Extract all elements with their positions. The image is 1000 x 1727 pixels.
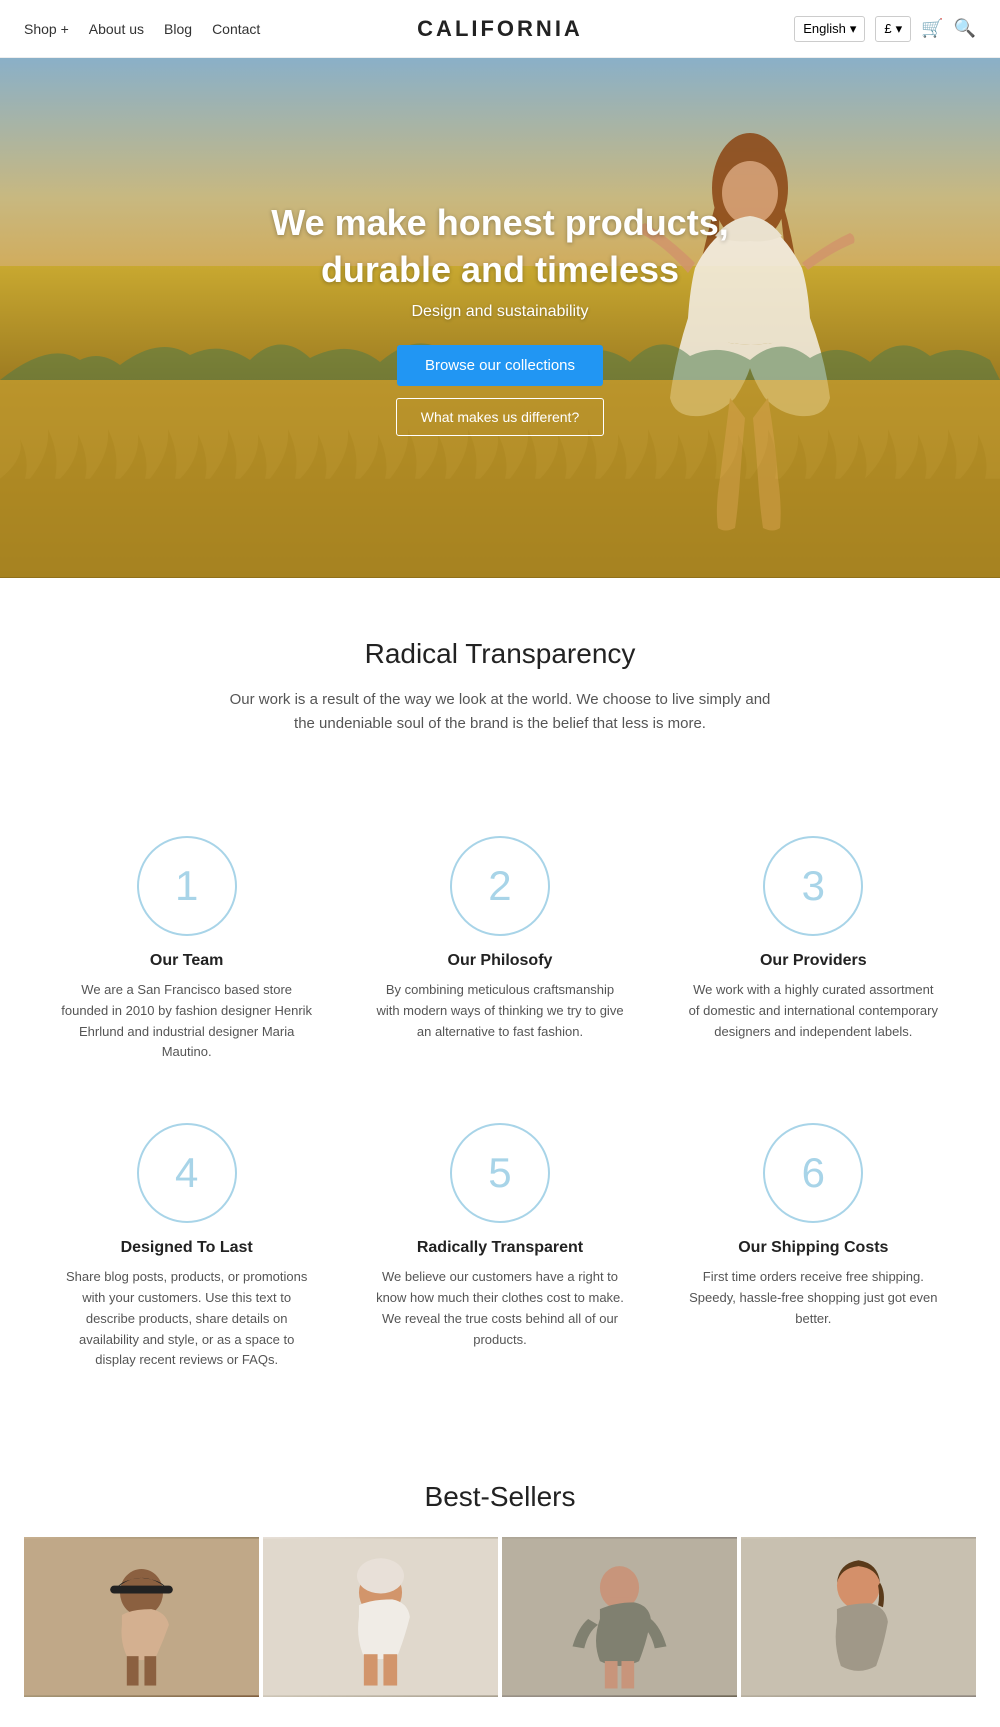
feature-desc-3: We work with a highly curated assortment… bbox=[687, 980, 940, 1042]
hero-title: We make honest products,durable and time… bbox=[271, 200, 728, 294]
hero-section: We make honest products,durable and time… bbox=[0, 58, 1000, 578]
nav-about[interactable]: About us bbox=[89, 21, 144, 37]
cart-icon[interactable]: 🛒 bbox=[921, 18, 943, 39]
feature-title-6: Our Shipping Costs bbox=[687, 1239, 940, 1257]
feature-circle-3: 3 bbox=[763, 836, 863, 936]
feature-desc-2: By combining meticulous craftsmanship wi… bbox=[373, 980, 626, 1042]
best-sellers-section: Best-Sellers bbox=[0, 1431, 1000, 1727]
feature-title-1: Our Team bbox=[60, 952, 313, 970]
features-grid: 1 Our Team We are a San Francisco based … bbox=[10, 816, 990, 1411]
best-sellers-title: Best-Sellers bbox=[24, 1481, 976, 1513]
feature-circle-4: 4 bbox=[137, 1123, 237, 1223]
feature-item-6: 6 Our Shipping Costs First time orders r… bbox=[657, 1103, 970, 1411]
product-card-3[interactable] bbox=[502, 1537, 737, 1697]
feature-desc-5: We believe our customers have a right to… bbox=[373, 1267, 626, 1350]
nav-blog[interactable]: Blog bbox=[164, 21, 192, 37]
products-grid bbox=[24, 1537, 976, 1697]
product-card-2[interactable] bbox=[263, 1537, 498, 1697]
transparency-title: Radical Transparency bbox=[74, 638, 926, 670]
feature-title-2: Our Philosofy bbox=[373, 952, 626, 970]
nav-links: Shop + About us Blog Contact bbox=[24, 21, 260, 37]
feature-circle-2: 2 bbox=[450, 836, 550, 936]
feature-item-2: 2 Our Philosofy By combining meticulous … bbox=[343, 816, 656, 1103]
feature-title-3: Our Providers bbox=[687, 952, 940, 970]
feature-circle-1: 1 bbox=[137, 836, 237, 936]
currency-selector[interactable]: £ ▾ bbox=[875, 16, 911, 42]
feature-item-3: 3 Our Providers We work with a highly cu… bbox=[657, 816, 970, 1103]
feature-number-1: 1 bbox=[175, 862, 198, 910]
feature-number-6: 6 bbox=[802, 1149, 825, 1197]
navbar: Shop + About us Blog Contact CALIFORNIA … bbox=[0, 0, 1000, 58]
nav-shop[interactable]: Shop + bbox=[24, 21, 69, 37]
product-card-1[interactable] bbox=[24, 1537, 259, 1697]
browse-collections-button[interactable]: Browse our collections bbox=[397, 345, 603, 386]
feature-title-5: Radically Transparent bbox=[373, 1239, 626, 1257]
hero-content: We make honest products,durable and time… bbox=[251, 180, 748, 457]
feature-number-5: 5 bbox=[488, 1149, 511, 1197]
feature-item-4: 4 Designed To Last Share blog posts, pro… bbox=[30, 1103, 343, 1411]
feature-item-5: 5 Radically Transparent We believe our c… bbox=[343, 1103, 656, 1411]
nav-contact[interactable]: Contact bbox=[212, 21, 260, 37]
language-selector[interactable]: English ▾ bbox=[794, 16, 865, 42]
feature-desc-1: We are a San Francisco based store found… bbox=[60, 980, 313, 1063]
hero-subtitle: Design and sustainability bbox=[271, 303, 728, 321]
feature-circle-5: 5 bbox=[450, 1123, 550, 1223]
feature-number-4: 4 bbox=[175, 1149, 198, 1197]
feature-number-2: 2 bbox=[488, 862, 511, 910]
product-card-4[interactable] bbox=[741, 1537, 976, 1697]
transparency-description: Our work is a result of the way we look … bbox=[220, 688, 780, 736]
feature-circle-6: 6 bbox=[763, 1123, 863, 1223]
nav-right: English ▾ £ ▾ 🛒 🔍 bbox=[794, 16, 976, 42]
what-makes-us-different-button[interactable]: What makes us different? bbox=[396, 398, 604, 436]
feature-title-4: Designed To Last bbox=[60, 1239, 313, 1257]
feature-item-1: 1 Our Team We are a San Francisco based … bbox=[30, 816, 343, 1103]
search-icon[interactable]: 🔍 bbox=[954, 18, 976, 39]
feature-desc-6: First time orders receive free shipping.… bbox=[687, 1267, 940, 1329]
brand-logo[interactable]: CALIFORNIA bbox=[417, 16, 583, 42]
transparency-section: Radical Transparency Our work is a resul… bbox=[50, 578, 950, 776]
feature-desc-4: Share blog posts, products, or promotion… bbox=[60, 1267, 313, 1371]
feature-number-3: 3 bbox=[802, 862, 825, 910]
